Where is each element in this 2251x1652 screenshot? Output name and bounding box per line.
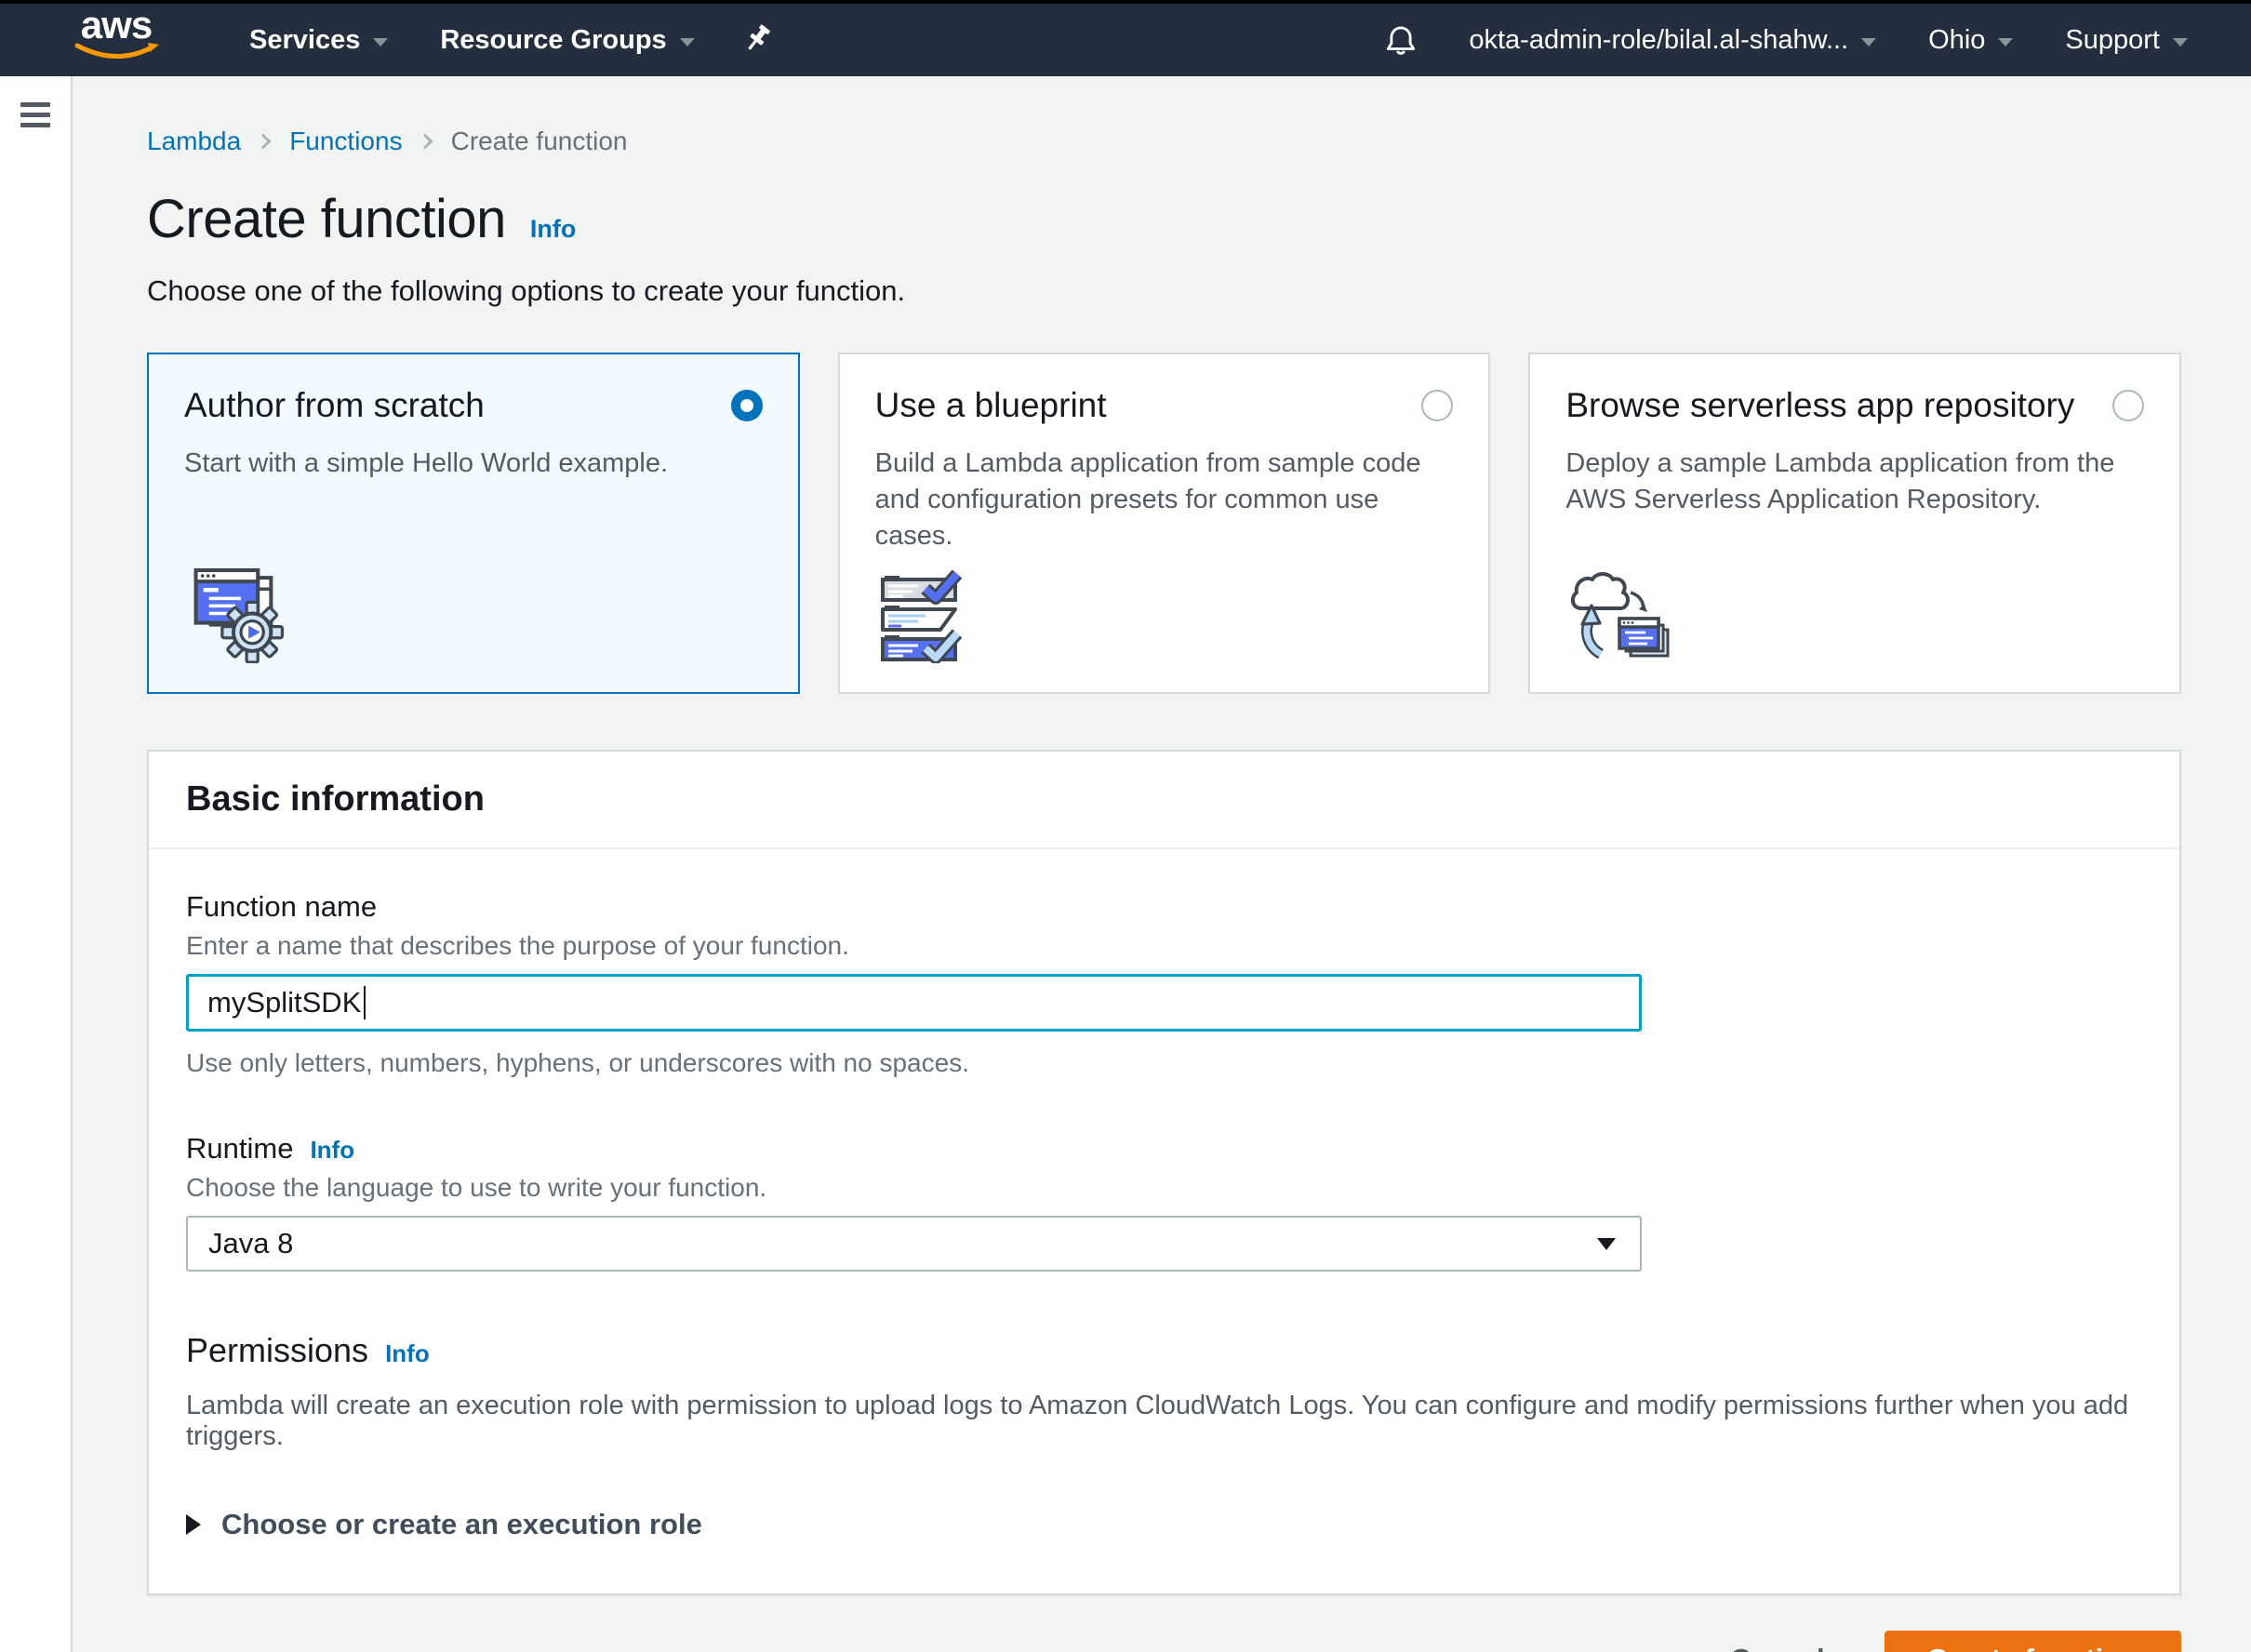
nav-support-menu[interactable]: Support — [2039, 25, 2214, 56]
page-subtitle: Choose one of the following options to c… — [147, 274, 2181, 308]
breadcrumb-current: Create function — [451, 127, 628, 156]
chevron-down-icon — [1998, 38, 2013, 47]
panel-title: Basic information — [186, 779, 2142, 819]
card-browse-repository[interactable]: Browse serverless app repository Deploy … — [1528, 353, 2181, 694]
chevron-right-icon — [417, 134, 433, 150]
runtime-info-link[interactable]: Info — [310, 1136, 354, 1165]
radio-browse-repository[interactable] — [2112, 390, 2144, 421]
radio-author-from-scratch[interactable] — [731, 390, 763, 421]
title-info-link[interactable]: Info — [530, 215, 576, 244]
execution-role-expander[interactable]: Choose or create an execution role — [186, 1508, 2142, 1541]
breadcrumb-lambda[interactable]: Lambda — [147, 127, 241, 156]
aws-smile-icon — [72, 42, 161, 64]
page-title: Create function — [147, 188, 506, 250]
execution-role-expander-label: Choose or create an execution role — [221, 1508, 702, 1541]
notifications-button[interactable] — [1359, 22, 1443, 58]
aws-logo-text: aws — [65, 9, 167, 41]
card-title: Use a blueprint — [875, 386, 1107, 425]
pin-icon — [745, 24, 773, 56]
runtime-select[interactable]: Java 8 — [186, 1216, 1642, 1272]
nav-account-menu[interactable]: okta-admin-role/bilal.al-shahw... — [1443, 25, 1902, 56]
card-title: Browse serverless app repository — [1565, 386, 2074, 425]
basic-information-panel: Basic information Function name Enter a … — [147, 750, 2181, 1595]
radio-use-blueprint[interactable] — [1421, 390, 1453, 421]
main-content: Lambda Functions Create function Create … — [73, 76, 2251, 1652]
function-name-label: Function name — [186, 890, 2142, 924]
function-name-description: Enter a name that describes the purpose … — [186, 931, 2142, 961]
aws-console-page: aws Services Resource Groups — [0, 0, 2251, 1652]
chevron-down-icon — [680, 38, 695, 47]
card-description: Build a Lambda application from sample c… — [875, 446, 1454, 554]
nav-resource-groups[interactable]: Resource Groups — [414, 25, 720, 56]
runtime-label: Runtime — [186, 1132, 293, 1166]
card-title: Author from scratch — [184, 386, 485, 425]
nav-services[interactable]: Services — [223, 25, 414, 56]
bell-icon — [1383, 22, 1419, 58]
creation-options: Author from scratch Start with a simple … — [147, 353, 2181, 694]
aws-logo[interactable]: aws — [65, 9, 167, 72]
permissions-info-link[interactable]: Info — [385, 1339, 430, 1368]
checklist-icon — [875, 570, 972, 663]
runtime-selected-value: Java 8 — [208, 1227, 293, 1260]
expander-caret-icon — [186, 1514, 201, 1535]
card-description: Start with a simple Hello World example. — [184, 446, 763, 482]
text-cursor — [364, 986, 366, 1019]
function-name-input[interactable]: mySplitSDK — [186, 974, 1642, 1032]
function-name-constraint: Use only letters, numbers, hyphens, or u… — [186, 1048, 2142, 1078]
function-name-value: mySplitSDK — [207, 986, 361, 1019]
collapsed-sidebar — [0, 76, 73, 1652]
code-window-gear-icon — [184, 566, 288, 663]
cancel-button[interactable]: Cancel — [1730, 1643, 1825, 1652]
breadcrumb: Lambda Functions Create function — [147, 127, 2181, 156]
runtime-description: Choose the language to use to write your… — [186, 1173, 2142, 1203]
pin-button[interactable] — [721, 24, 797, 56]
card-use-blueprint[interactable]: Use a blueprint Build a Lambda applicati… — [838, 353, 1491, 694]
footer-actions: Cancel Create function — [147, 1631, 2181, 1652]
breadcrumb-functions[interactable]: Functions — [289, 127, 402, 156]
nav-region-selector[interactable]: Ohio — [1902, 25, 2039, 56]
select-caret-icon — [1597, 1238, 1616, 1250]
permissions-description: Lambda will create an execution role wit… — [186, 1391, 2142, 1452]
chevron-right-icon — [256, 134, 272, 150]
chevron-down-icon — [1861, 38, 1876, 47]
top-navigation: aws Services Resource Groups — [0, 4, 2251, 76]
create-function-button[interactable]: Create function — [1885, 1631, 2181, 1652]
permissions-label: Permissions — [186, 1331, 368, 1370]
chevron-down-icon — [373, 38, 388, 47]
chevron-down-icon — [2173, 38, 2188, 47]
cloud-deploy-icon — [1565, 570, 1673, 663]
hamburger-menu-icon[interactable] — [20, 102, 50, 127]
card-author-from-scratch[interactable]: Author from scratch Start with a simple … — [147, 353, 800, 694]
card-description: Deploy a sample Lambda application from … — [1565, 446, 2144, 518]
